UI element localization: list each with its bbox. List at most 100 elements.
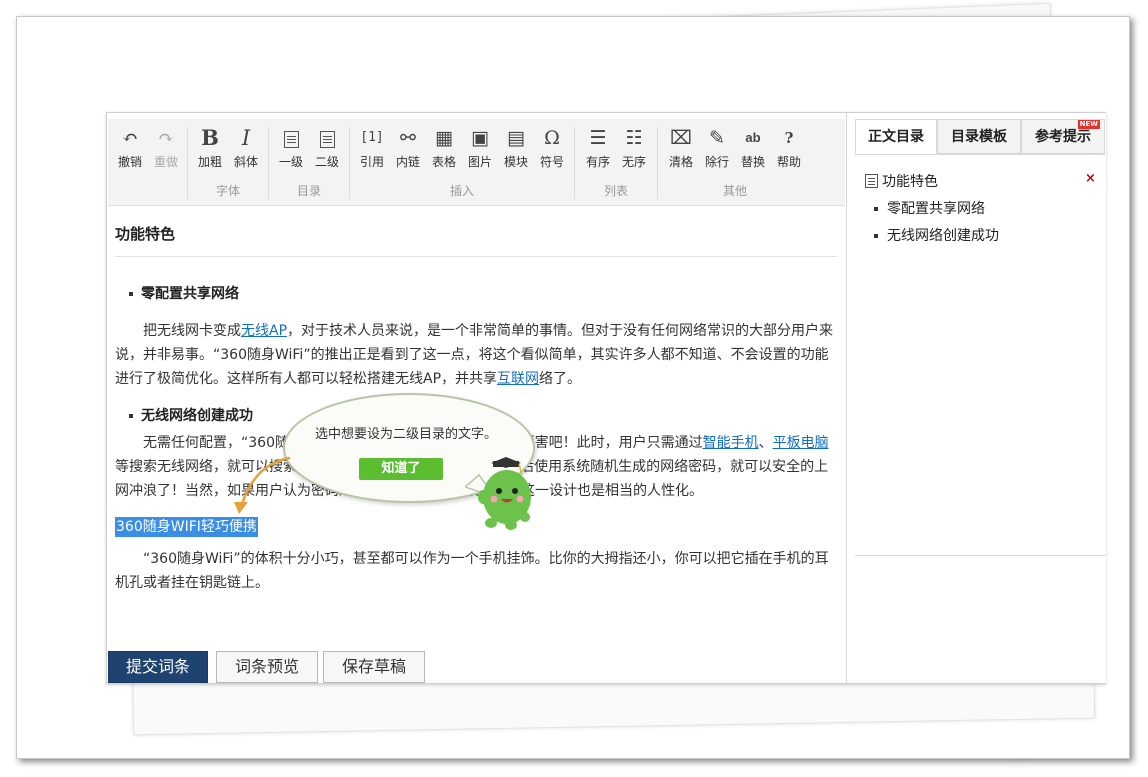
- paragraph-text: 把无线网卡变成: [143, 323, 241, 339]
- image-label: 图片: [467, 155, 492, 169]
- clear-format-label: 清格: [668, 155, 693, 169]
- toolbar-separator: [349, 127, 350, 199]
- wiki-editor: ↶ 撤销 ↷ 重做 B 加粗 I 斜体 字体 一级 二级 目录 [1] 引用 ⚯…: [106, 112, 1106, 684]
- symbol-button[interactable]: Ω 符号: [534, 125, 570, 175]
- heading-level1-icon: [273, 125, 309, 151]
- module-label: 模块: [503, 155, 528, 169]
- link-smartphone[interactable]: 智能手机: [703, 435, 759, 451]
- submit-entry-button[interactable]: 提交词条: [108, 651, 208, 683]
- help-label: 帮助: [776, 155, 801, 169]
- image-button[interactable]: ▣ 图片: [462, 125, 498, 175]
- toc-sidebar: 正文目录 目录模板 参考提示 NEW 功能特色 × 零配置共享网络 无线网络创建成…: [846, 113, 1106, 683]
- link-tablet[interactable]: 平板电脑: [773, 435, 829, 451]
- module-icon: ▤: [507, 127, 525, 149]
- table-icon: ▦: [435, 127, 453, 149]
- paragraph-text: 、: [758, 435, 773, 451]
- toc-root-item[interactable]: 功能特色: [865, 171, 938, 191]
- redo-icon: ↷: [158, 127, 174, 149]
- heading-level2-label: 二级: [314, 155, 339, 169]
- mascot-icon: [465, 457, 531, 530]
- help-icon: ?: [784, 129, 794, 147]
- replace-button[interactable]: ab 替换: [735, 125, 771, 175]
- hint-arrow: [234, 456, 291, 514]
- symbol-label: 符号: [539, 155, 564, 169]
- section-heading: 零配置共享网络: [129, 283, 239, 303]
- tab-toc-template-label: 目录模板: [951, 129, 1007, 145]
- toolbar-separator: [187, 127, 188, 199]
- tab-toc-template[interactable]: 目录模板: [937, 119, 1021, 154]
- undo-button[interactable]: ↶ 撤销: [112, 125, 148, 175]
- toolbar-group-toc: 目录: [296, 184, 321, 198]
- remove-lines-button[interactable]: ✎ 除行: [699, 125, 735, 175]
- title-divider: [115, 256, 837, 257]
- toolbar-group-insert: 插入: [449, 184, 474, 198]
- save-draft-button[interactable]: 保存草稿: [323, 651, 425, 683]
- tab-toc[interactable]: 正文目录: [855, 119, 937, 154]
- internal-link-label: 内链: [395, 155, 420, 169]
- image-icon: ▣: [471, 127, 489, 149]
- link-internet[interactable]: 互联网: [497, 371, 539, 387]
- tab-reference-tips[interactable]: 参考提示 NEW: [1021, 119, 1105, 154]
- toolbar-group-other: 其他: [722, 184, 747, 198]
- clear-format-button[interactable]: ⌧ 清格: [663, 125, 699, 175]
- unordered-list-button[interactable]: ☷ 无序: [616, 125, 652, 175]
- redo-label: 重做: [153, 155, 178, 169]
- section-heading-text: 零配置共享网络: [141, 286, 239, 302]
- link-wireless-ap[interactable]: 无线AP: [241, 323, 287, 339]
- section-paragraph: “360随身WiFi”的体积十分小巧，甚至都可以作为一个手机挂饰。比你的大拇指还…: [115, 551, 829, 591]
- toc-item-2[interactable]: 无线网络创建成功: [874, 225, 999, 245]
- quote-label: 引用: [359, 155, 384, 169]
- ordered-list-icon: ☰: [589, 127, 607, 149]
- paragraph-text: 络了。: [539, 371, 582, 387]
- undo-icon: ↶: [122, 127, 138, 149]
- toc-item-1[interactable]: 零配置共享网络: [874, 198, 985, 218]
- replace-icon: ab: [745, 130, 761, 145]
- quote-icon: [1]: [360, 130, 384, 145]
- toc-root-label: 功能特色: [882, 174, 938, 190]
- replace-label: 替换: [740, 155, 765, 169]
- heading-level1-label: 一级: [278, 155, 303, 169]
- editor-toolbar: ↶ 撤销 ↷ 重做 B 加粗 I 斜体 字体 一级 二级 目录 [1] 引用 ⚯…: [108, 119, 845, 206]
- table-button[interactable]: ▦ 表格: [426, 125, 462, 175]
- sidebar-divider: [855, 555, 1106, 556]
- italic-icon: I: [241, 126, 251, 150]
- section-paragraph: 把无线网卡变成无线AP，对于技术人员来说，是一个非常简单的事情。但对于没有任何网…: [115, 319, 837, 391]
- hint-text: 选中想要设为二级目录的文字。: [315, 427, 498, 442]
- new-badge: NEW: [1077, 120, 1100, 129]
- link-icon: ⚯: [400, 127, 416, 149]
- tab-toc-label: 正文目录: [868, 129, 924, 145]
- italic-button[interactable]: I 斜体: [228, 125, 264, 175]
- ordered-list-label: 有序: [585, 155, 610, 169]
- redo-button[interactable]: ↷ 重做: [148, 125, 184, 175]
- internal-link-button[interactable]: ⚯ 内链: [390, 125, 426, 175]
- quote-button[interactable]: [1] 引用: [354, 125, 390, 175]
- tab-reference-tips-label: 参考提示: [1035, 129, 1091, 145]
- help-button[interactable]: ? 帮助: [771, 125, 807, 175]
- table-label: 表格: [431, 155, 456, 169]
- close-icon[interactable]: ×: [1085, 171, 1096, 186]
- bold-label: 加粗: [197, 155, 222, 169]
- article-title: 功能特色: [115, 225, 176, 243]
- got-it-button[interactable]: 知道了: [359, 458, 443, 480]
- undo-label: 撤销: [117, 155, 142, 169]
- toc-item-label: 无线网络创建成功: [887, 228, 999, 244]
- ordered-list-button[interactable]: ☰ 有序: [580, 125, 616, 175]
- heading-level1-button[interactable]: 一级: [273, 125, 309, 175]
- bold-icon: B: [201, 125, 219, 150]
- toolbar-separator: [657, 127, 658, 199]
- symbol-icon: Ω: [544, 127, 560, 149]
- bold-button[interactable]: B 加粗: [192, 125, 228, 175]
- toolbar-separator: [268, 127, 269, 199]
- italic-label: 斜体: [233, 155, 258, 169]
- sidebar-tabs: 正文目录 目录模板 参考提示 NEW: [855, 119, 1105, 155]
- module-button[interactable]: ▤ 模块: [498, 125, 534, 175]
- toc-list-icon: [865, 174, 878, 188]
- unordered-list-label: 无序: [621, 155, 646, 169]
- section-heading-text: 无线网络创建成功: [141, 408, 253, 424]
- unordered-list-icon: ☷: [625, 127, 643, 149]
- section-heading: 无线网络创建成功: [129, 405, 253, 425]
- preview-entry-button[interactable]: 词条预览: [216, 651, 318, 683]
- toc-item-label: 零配置共享网络: [887, 201, 985, 217]
- heading-level2-button[interactable]: 二级: [309, 125, 345, 175]
- toolbar-separator: [574, 127, 575, 199]
